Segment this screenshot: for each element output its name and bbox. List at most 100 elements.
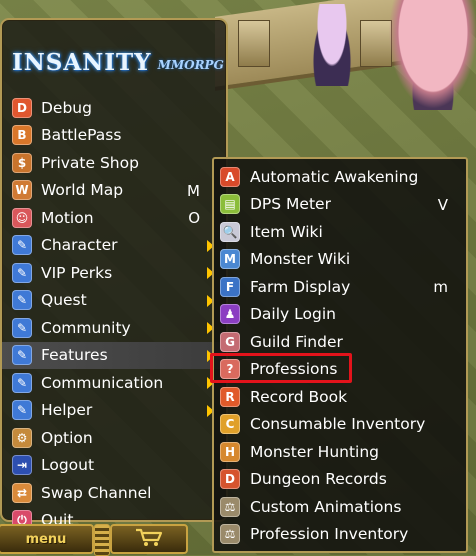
submenu-item-automatic-awakening[interactable]: A Automatic Awakening: [214, 163, 466, 191]
submenu-item-item-wiki[interactable]: 🔍 Item Wiki: [214, 218, 466, 246]
consumable-inventory-icon: C: [220, 414, 240, 435]
character-icon: ✎: [12, 235, 32, 256]
menu-item-community[interactable]: ✎ Community: [2, 314, 226, 342]
menu-item-world-map[interactable]: W World Map M: [2, 177, 226, 205]
hotkey-label: V: [437, 195, 448, 214]
submenu-item-profession-inventory[interactable]: ⚖ Profession Inventory: [214, 521, 466, 549]
menu-item-label: BattlePass: [41, 126, 122, 145]
custom-animations-icon: ⚖: [220, 496, 240, 517]
guild-finder-icon: G: [220, 331, 240, 352]
submenu-item-label: Record Book: [250, 387, 348, 406]
submenu-item-daily-login[interactable]: ♟ Daily Login: [214, 301, 466, 329]
communication-icon: ✎: [12, 372, 32, 393]
daily-login-icon: ♟: [220, 304, 240, 325]
menu-item-character[interactable]: ✎ Character: [2, 232, 226, 260]
hotkey-label: m: [433, 278, 448, 296]
menu-item-label: VIP Perks: [41, 263, 113, 282]
menu-item-label: Private Shop: [41, 153, 139, 172]
menu-item-option[interactable]: ⚙ Option: [2, 424, 226, 452]
quest-icon: ✎: [12, 290, 32, 311]
submenu-item-label: Professions: [250, 360, 338, 379]
menu-item-label: Swap Channel: [41, 483, 152, 502]
submenu-item-custom-animations[interactable]: ⚖ Custom Animations: [214, 493, 466, 521]
submenu-item-monster-hunting[interactable]: H Monster Hunting: [214, 438, 466, 466]
player-character[interactable]: [310, 4, 354, 86]
submenu-item-label: Custom Animations: [250, 497, 402, 516]
menu-item-label: Features: [41, 346, 108, 365]
submenu-item-label: Dungeon Records: [250, 470, 387, 489]
toolbar-grip-handle[interactable]: [94, 524, 110, 556]
menu-item-label: Community: [41, 318, 131, 337]
farm-display-icon: F: [220, 276, 240, 297]
submenu-item-dungeon-records[interactable]: D Dungeon Records: [214, 466, 466, 494]
menu-item-battlepass[interactable]: B BattlePass: [2, 122, 226, 150]
menu-item-private-shop[interactable]: $ Private Shop: [2, 149, 226, 177]
menu-item-features[interactable]: ✎ Features: [2, 341, 226, 369]
submenu-item-label: Monster Wiki: [250, 250, 351, 269]
professions-icon: ?: [220, 359, 240, 380]
submenu-item-label: Monster Hunting: [250, 442, 380, 461]
submenu-item-professions[interactable]: ? Professions: [210, 352, 466, 384]
menu-item-label: Option: [41, 428, 93, 447]
submenu-item-label: Automatic Awakening: [250, 167, 419, 186]
dps-meter-icon: ▤: [220, 194, 240, 215]
submenu-item-farm-display[interactable]: F Farm Display m: [214, 273, 466, 301]
logout-icon: ⇥: [12, 455, 32, 476]
logo-suffix: MMORPG: [157, 58, 224, 72]
hotkey-label: M: [187, 181, 200, 200]
menu-item-logout[interactable]: ⇥ Logout: [2, 452, 226, 480]
automatic-awakening-icon: A: [220, 166, 240, 187]
menu-button[interactable]: menu: [0, 524, 94, 554]
community-icon: ✎: [12, 317, 32, 338]
npc-character[interactable]: [388, 0, 476, 110]
submenu-item-consumable-inventory[interactable]: C Consumable Inventory: [214, 411, 466, 439]
helper-icon: ✎: [12, 400, 32, 421]
private-shop-icon: $: [12, 152, 32, 173]
menu-item-label: Debug: [41, 98, 92, 117]
features-submenu-list: A Automatic Awakening ▤ DPS Meter V 🔍 Item Wik…: [210, 163, 466, 549]
monster-hunting-icon: H: [220, 441, 240, 462]
item-wiki-icon: 🔍: [220, 221, 240, 242]
submenu-item-label: Item Wiki: [250, 222, 323, 241]
submenu-item-label: Guild Finder: [250, 332, 343, 351]
submenu-item-guild-finder[interactable]: G Guild Finder: [214, 328, 466, 356]
menu-item-helper[interactable]: ✎ Helper: [2, 397, 226, 425]
bottom-toolbar: menu: [0, 520, 200, 556]
dungeon-records-icon: D: [220, 469, 240, 490]
game-logo: INSANITY MMORPG: [12, 42, 224, 82]
submenu-item-label: Daily Login: [250, 305, 336, 324]
submenu-item-label: Profession Inventory: [250, 525, 409, 544]
menu-item-motion[interactable]: ☺ Motion O: [2, 204, 226, 232]
menu-button-label: menu: [25, 531, 67, 547]
menu-item-communication[interactable]: ✎ Communication: [2, 369, 226, 397]
submenu-item-dps-meter[interactable]: ▤ DPS Meter V: [214, 191, 466, 219]
features-icon: ✎: [12, 345, 32, 366]
motion-icon: ☺: [12, 207, 32, 228]
cart-icon: [134, 527, 164, 551]
submenu-item-label: Consumable Inventory: [250, 415, 426, 434]
swap-channel-icon: ⇄: [12, 482, 32, 503]
menu-item-label: Helper: [41, 401, 93, 420]
submenu-item-monster-wiki[interactable]: M Monster Wiki: [214, 246, 466, 274]
shop-button[interactable]: [110, 524, 188, 554]
menu-item-label: Logout: [41, 456, 95, 475]
submenu-item-record-book[interactable]: R Record Book: [214, 383, 466, 411]
logo-name: INSANITY: [12, 48, 152, 76]
option-gear-icon: ⚙: [12, 427, 32, 448]
menu-item-debug[interactable]: D Debug: [2, 94, 226, 122]
submenu-item-label: DPS Meter: [250, 195, 331, 214]
world-map-icon: W: [12, 180, 32, 201]
record-book-icon: R: [220, 386, 240, 407]
menu-item-swap-channel[interactable]: ⇄ Swap Channel: [2, 479, 226, 507]
main-menu-list: D Debug B BattlePass $ Private Shop W World Map…: [2, 94, 226, 534]
menu-item-label: Quest: [41, 291, 87, 310]
features-submenu-panel: A Automatic Awakening ▤ DPS Meter V 🔍 Item Wik…: [210, 157, 468, 553]
menu-item-vip-perks[interactable]: ✎ VIP Perks: [2, 259, 226, 287]
menu-item-quest[interactable]: ✎ Quest: [2, 287, 226, 315]
submenu-item-label: Farm Display: [250, 277, 351, 296]
hotkey-label: O: [188, 209, 200, 227]
profession-inventory-icon: ⚖: [220, 524, 240, 545]
railing-post: [238, 20, 270, 67]
menu-item-label: Communication: [41, 373, 164, 392]
vip-perks-icon: ✎: [12, 262, 32, 283]
